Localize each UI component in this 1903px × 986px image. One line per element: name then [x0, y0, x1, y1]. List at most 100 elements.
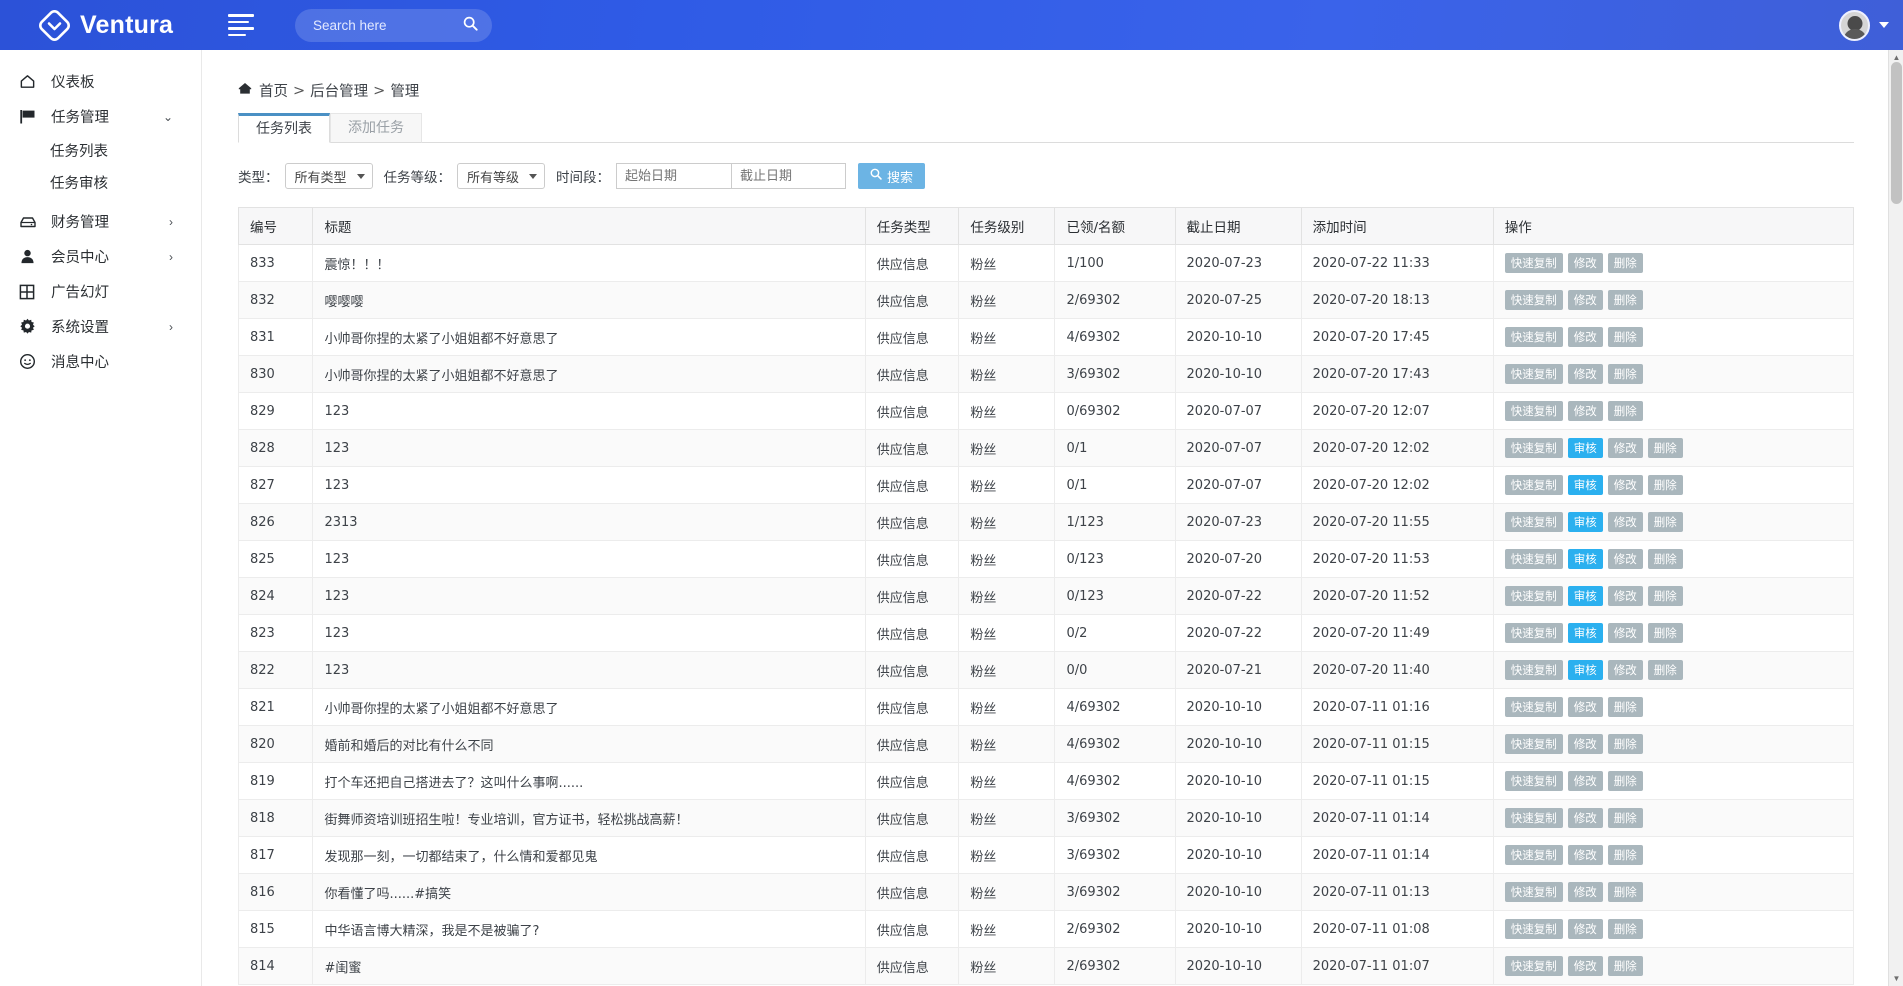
edit-button[interactable]: 修改 — [1568, 401, 1603, 421]
start-date-input[interactable] — [616, 163, 731, 189]
quick-copy-button[interactable]: 快速复制 — [1505, 734, 1563, 754]
quick-copy-button[interactable]: 快速复制 — [1505, 327, 1563, 347]
sidebar-item-task-management[interactable]: 任务管理 ⌄ — [0, 99, 201, 134]
quick-copy-button[interactable]: 快速复制 — [1505, 401, 1563, 421]
quick-copy-button[interactable]: 快速复制 — [1505, 438, 1563, 458]
review-button[interactable]: 审核 — [1568, 586, 1603, 606]
chevron-right-icon[interactable]: › — [169, 216, 173, 228]
sidebar-item-dashboard[interactable]: 仪表板 — [0, 64, 201, 99]
delete-button[interactable]: 删除 — [1648, 475, 1683, 495]
quick-copy-button[interactable]: 快速复制 — [1505, 253, 1563, 273]
breadcrumb-item-manage[interactable]: 管理 — [390, 80, 419, 101]
edit-button[interactable]: 修改 — [1608, 586, 1643, 606]
delete-button[interactable]: 删除 — [1608, 808, 1643, 828]
end-date-input[interactable] — [731, 163, 846, 189]
review-button[interactable]: 审核 — [1568, 549, 1603, 569]
hamburger-menu-icon[interactable] — [228, 14, 254, 36]
delete-button[interactable]: 删除 — [1608, 734, 1643, 754]
breadcrumb-item-admin[interactable]: 后台管理 — [310, 80, 368, 101]
sidebar-item-ad-slides[interactable]: 广告幻灯 — [0, 274, 201, 309]
user-menu[interactable] — [1839, 0, 1889, 50]
edit-button[interactable]: 修改 — [1568, 771, 1603, 791]
quick-copy-button[interactable]: 快速复制 — [1505, 364, 1563, 384]
quick-copy-button[interactable]: 快速复制 — [1505, 808, 1563, 828]
delete-button[interactable]: 删除 — [1648, 586, 1683, 606]
delete-button[interactable]: 删除 — [1608, 956, 1643, 976]
delete-button[interactable]: 删除 — [1608, 401, 1643, 421]
scroll-down-arrow[interactable]: ▼ — [1889, 971, 1903, 986]
edit-button[interactable]: 修改 — [1568, 253, 1603, 273]
search-button[interactable]: 搜索 — [858, 163, 925, 189]
edit-button[interactable]: 修改 — [1568, 845, 1603, 865]
review-button[interactable]: 审核 — [1568, 623, 1603, 643]
sidebar-item-finance-management[interactable]: 财务管理 › — [0, 204, 201, 239]
sidebar-subitem-task-list[interactable]: 任务列表 — [0, 134, 201, 166]
quick-copy-button[interactable]: 快速复制 — [1505, 697, 1563, 717]
edit-button[interactable]: 修改 — [1608, 512, 1643, 532]
edit-button[interactable]: 修改 — [1568, 919, 1603, 939]
edit-button[interactable]: 修改 — [1568, 734, 1603, 754]
delete-button[interactable]: 删除 — [1608, 697, 1643, 717]
global-search-box[interactable] — [295, 9, 492, 42]
vertical-scrollbar[interactable]: ▲ ▼ — [1888, 50, 1903, 986]
tab-task-list[interactable]: 任务列表 — [238, 113, 330, 143]
review-button[interactable]: 审核 — [1568, 475, 1603, 495]
edit-button[interactable]: 修改 — [1608, 660, 1643, 680]
edit-button[interactable]: 修改 — [1608, 549, 1643, 569]
quick-copy-button[interactable]: 快速复制 — [1505, 771, 1563, 791]
quick-copy-button[interactable]: 快速复制 — [1505, 549, 1563, 569]
search-input[interactable] — [311, 17, 451, 34]
quick-copy-button[interactable]: 快速复制 — [1505, 475, 1563, 495]
quick-copy-button[interactable]: 快速复制 — [1505, 290, 1563, 310]
sidebar-item-message-center[interactable]: 消息中心 — [0, 344, 201, 379]
tab-add-task[interactable]: 添加任务 — [330, 113, 422, 143]
quick-copy-button[interactable]: 快速复制 — [1505, 660, 1563, 680]
delete-button[interactable]: 删除 — [1648, 549, 1683, 569]
sidebar-subitem-task-review[interactable]: 任务审核 — [0, 166, 201, 198]
delete-button[interactable]: 删除 — [1608, 882, 1643, 902]
breadcrumb-item-home[interactable]: 首页 — [259, 80, 288, 101]
chevron-right-icon[interactable]: › — [169, 321, 173, 333]
quick-copy-button[interactable]: 快速复制 — [1505, 882, 1563, 902]
chevron-down-icon[interactable] — [1879, 22, 1889, 28]
edit-button[interactable]: 修改 — [1608, 623, 1643, 643]
edit-button[interactable]: 修改 — [1568, 290, 1603, 310]
edit-button[interactable]: 修改 — [1568, 882, 1603, 902]
edit-button[interactable]: 修改 — [1568, 364, 1603, 384]
edit-button[interactable]: 修改 — [1608, 475, 1643, 495]
delete-button[interactable]: 删除 — [1608, 364, 1643, 384]
quick-copy-button[interactable]: 快速复制 — [1505, 623, 1563, 643]
edit-button[interactable]: 修改 — [1568, 327, 1603, 347]
review-button[interactable]: 审核 — [1568, 438, 1603, 458]
quick-copy-button[interactable]: 快速复制 — [1505, 919, 1563, 939]
edit-button[interactable]: 修改 — [1608, 438, 1643, 458]
quick-copy-button[interactable]: 快速复制 — [1505, 586, 1563, 606]
edit-button[interactable]: 修改 — [1568, 697, 1603, 717]
sidebar-item-system-settings[interactable]: 系统设置 › — [0, 309, 201, 344]
brand-logo-area[interactable]: Ventura — [0, 0, 200, 50]
edit-button[interactable]: 修改 — [1568, 808, 1603, 828]
delete-button[interactable]: 删除 — [1648, 623, 1683, 643]
edit-button[interactable]: 修改 — [1568, 956, 1603, 976]
quick-copy-button[interactable]: 快速复制 — [1505, 512, 1563, 532]
quick-copy-button[interactable]: 快速复制 — [1505, 956, 1563, 976]
level-filter-select[interactable]: 所有等级 — [457, 163, 545, 189]
delete-button[interactable]: 删除 — [1648, 660, 1683, 680]
review-button[interactable]: 审核 — [1568, 512, 1603, 532]
user-avatar[interactable] — [1839, 10, 1870, 41]
chevron-right-icon[interactable]: › — [169, 251, 173, 263]
review-button[interactable]: 审核 — [1568, 660, 1603, 680]
chevron-down-icon[interactable]: ⌄ — [163, 111, 173, 123]
delete-button[interactable]: 删除 — [1608, 290, 1643, 310]
delete-button[interactable]: 删除 — [1608, 919, 1643, 939]
delete-button[interactable]: 删除 — [1608, 771, 1643, 791]
delete-button[interactable]: 删除 — [1648, 512, 1683, 532]
delete-button[interactable]: 删除 — [1648, 438, 1683, 458]
quick-copy-button[interactable]: 快速复制 — [1505, 845, 1563, 865]
delete-button[interactable]: 删除 — [1608, 327, 1643, 347]
delete-button[interactable]: 删除 — [1608, 253, 1643, 273]
vertical-scrollbar-thumb[interactable] — [1891, 62, 1902, 204]
search-icon[interactable] — [463, 16, 478, 34]
delete-button[interactable]: 删除 — [1608, 845, 1643, 865]
sidebar-item-member-center[interactable]: 会员中心 › — [0, 239, 201, 274]
